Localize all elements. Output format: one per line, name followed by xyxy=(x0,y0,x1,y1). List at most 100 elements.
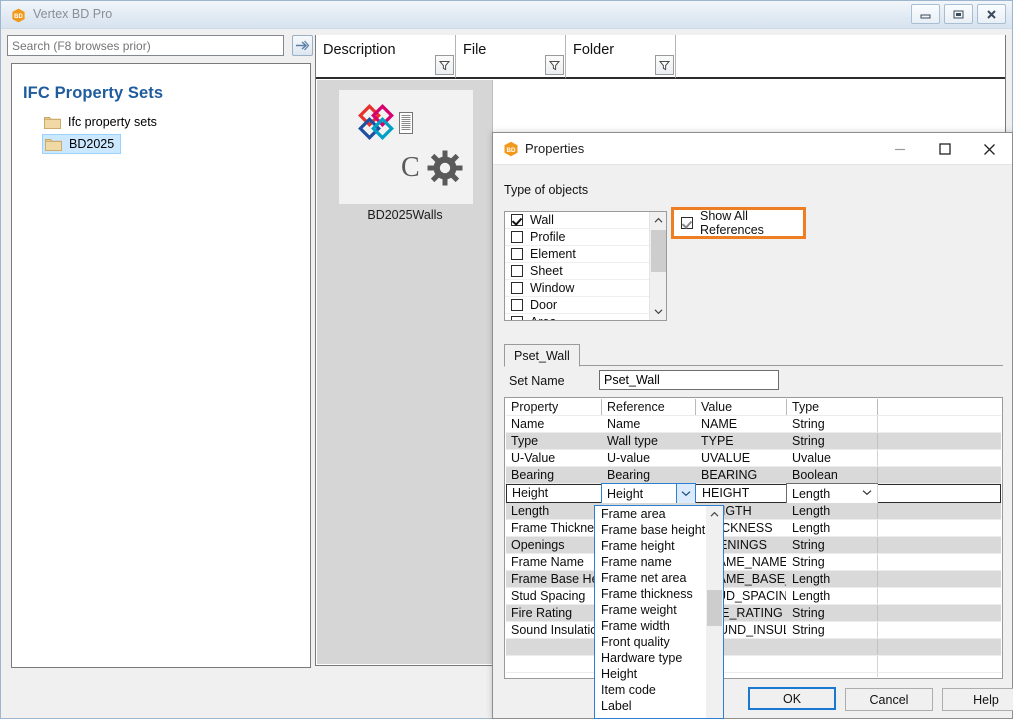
funnel-icon[interactable] xyxy=(655,55,674,75)
dropdown-item[interactable]: Height xyxy=(595,666,706,682)
cell-reference: Bearing xyxy=(602,467,695,484)
checkbox-icon[interactable] xyxy=(511,282,523,294)
help-button[interactable]: Help xyxy=(942,688,1013,711)
table-row[interactable]: Type Wall type TYPE String xyxy=(506,433,1001,450)
c-letter-icon: C xyxy=(401,152,420,184)
dropdown-item[interactable]: Front quality xyxy=(595,634,706,650)
search-go-button[interactable] xyxy=(292,35,313,56)
scrollbar-thumb[interactable] xyxy=(651,230,666,272)
minimize-button[interactable] xyxy=(911,4,940,24)
funnel-icon[interactable] xyxy=(545,55,564,75)
tree-item-ifc-property-sets[interactable]: Ifc property sets xyxy=(42,112,163,132)
table-row[interactable]: Stud Spacing Stud spacing STUD_SPACING L… xyxy=(506,588,1001,605)
dropdown-scrollbar[interactable] xyxy=(706,506,723,718)
dropdown-item[interactable]: Label xyxy=(595,698,706,714)
tree-item-label: BD2025 xyxy=(69,137,114,151)
checkbox-icon[interactable] xyxy=(511,299,523,311)
thumbnail-panel: C xyxy=(317,80,493,664)
table-row[interactable]: Openings Openings OPENINGS String xyxy=(506,537,1001,554)
table-row[interactable]: Bearing Bearing BEARING Boolean xyxy=(506,467,1001,484)
object-type-row[interactable]: Window xyxy=(505,280,649,297)
cell-property: Length xyxy=(506,503,601,520)
cell-type: Length xyxy=(787,571,877,588)
object-type-row[interactable]: Element xyxy=(505,246,649,263)
table-row-editing[interactable]: Height Height HEIGHT Length xyxy=(506,484,1001,503)
show-all-references-highlight: Show All References xyxy=(671,207,806,239)
chevron-down-icon[interactable] xyxy=(676,484,695,503)
dialog-close-button[interactable] xyxy=(967,133,1012,165)
checkbox-icon[interactable] xyxy=(511,214,523,226)
cell-value: NAME xyxy=(696,416,786,433)
checkbox-icon[interactable] xyxy=(511,248,523,260)
column-header-spacer xyxy=(676,35,1005,79)
object-type-row[interactable]: Door xyxy=(505,297,649,314)
cell-property: Fire Rating xyxy=(506,605,601,622)
scroll-down-icon[interactable] xyxy=(650,303,667,320)
table-row-empty[interactable] xyxy=(506,673,1001,677)
dropdown-item[interactable]: Frame area xyxy=(595,506,706,522)
close-button[interactable] xyxy=(977,4,1006,24)
table-row[interactable]: Fire Rating Fire rating FIRE_RATING Stri… xyxy=(506,605,1001,622)
cell-type: String xyxy=(787,554,877,571)
set-name-input[interactable] xyxy=(599,370,779,390)
object-type-row[interactable]: Sheet xyxy=(505,263,649,280)
dialog-maximize-button[interactable] xyxy=(922,133,967,165)
column-header-folder[interactable]: Folder xyxy=(566,35,676,79)
dropdown-item[interactable]: Frame name xyxy=(595,554,706,570)
dropdown-item[interactable]: Frame height xyxy=(595,538,706,554)
object-type-row[interactable]: Profile xyxy=(505,229,649,246)
ok-button[interactable]: OK xyxy=(748,687,836,710)
scrollbar-thumb[interactable] xyxy=(707,590,722,626)
dropdown-item[interactable]: Frame thickness xyxy=(595,586,706,602)
table-row[interactable]: Frame Name Frame name FRAME_NAME String xyxy=(506,554,1001,571)
checkbox-icon[interactable] xyxy=(681,217,693,229)
table-row[interactable]: Frame Base Hei... Frame base height FRAM… xyxy=(506,571,1001,588)
header-cell-property: Property xyxy=(506,399,601,416)
show-all-references-checkbox-row[interactable]: Show All References xyxy=(674,210,803,236)
cell-property: Frame Base Hei... xyxy=(506,571,601,588)
scroll-up-icon[interactable] xyxy=(650,212,667,229)
object-type-label: Sheet xyxy=(530,264,563,278)
cancel-button[interactable]: Cancel xyxy=(845,688,933,711)
chevron-down-icon[interactable] xyxy=(857,488,877,499)
table-row-empty[interactable] xyxy=(506,656,1001,673)
dropdown-item[interactable]: Item code xyxy=(595,682,706,698)
type-of-objects-label: Type of objects xyxy=(504,183,588,197)
panel-title: IFC Property Sets xyxy=(23,84,163,103)
dropdown-item[interactable]: Frame weight xyxy=(595,602,706,618)
dropdown-item[interactable]: Frame net area xyxy=(595,570,706,586)
tree-item-bd2025[interactable]: BD2025 xyxy=(42,134,121,154)
reference-combobox[interactable]: Height xyxy=(601,483,696,504)
cell-type: String xyxy=(787,622,877,639)
table-row[interactable]: U-Value U-value UVALUE Uvalue xyxy=(506,450,1001,467)
table-row-empty[interactable] xyxy=(506,639,1001,656)
tab-pset-wall[interactable]: Pset_Wall xyxy=(504,344,580,367)
table-row[interactable]: Length Length LENGTH Length xyxy=(506,503,1001,520)
restore-button[interactable] xyxy=(944,4,973,24)
object-list-scrollbar[interactable] xyxy=(649,212,666,320)
table-row[interactable]: Sound Insulation Sound insulation SOUND_… xyxy=(506,622,1001,639)
checkbox-icon[interactable] xyxy=(511,265,523,277)
object-type-list[interactable]: Wall Profile Element Sheet Window xyxy=(504,211,667,321)
dropdown-item[interactable]: Frame base height xyxy=(595,522,706,538)
dialog-minimize-button[interactable] xyxy=(877,133,922,165)
column-header-description[interactable]: Description xyxy=(316,35,456,79)
svg-text:BD: BD xyxy=(507,147,516,154)
object-type-label: Profile xyxy=(530,230,565,244)
column-header-file[interactable]: File xyxy=(456,35,566,79)
thumbnail-card[interactable]: C xyxy=(339,90,473,204)
reference-dropdown-list[interactable]: Frame area Frame base height Frame heigh… xyxy=(594,505,724,719)
scroll-up-icon[interactable] xyxy=(706,506,723,523)
table-row[interactable]: Frame Thickness Frame thickness THICKNES… xyxy=(506,520,1001,537)
dropdown-item[interactable]: Frame width xyxy=(595,618,706,634)
object-type-row[interactable]: Area xyxy=(505,314,649,321)
checkbox-icon[interactable] xyxy=(511,316,523,321)
table-row[interactable]: Name Name NAME String xyxy=(506,416,1001,433)
dropdown-item[interactable]: Hardware type xyxy=(595,650,706,666)
funnel-icon[interactable] xyxy=(435,55,454,75)
object-type-row[interactable]: Wall xyxy=(505,212,649,229)
cell-value: BEARING xyxy=(696,467,786,484)
type-combobox[interactable]: Length xyxy=(786,483,878,504)
search-input[interactable] xyxy=(7,35,284,56)
checkbox-icon[interactable] xyxy=(511,231,523,243)
